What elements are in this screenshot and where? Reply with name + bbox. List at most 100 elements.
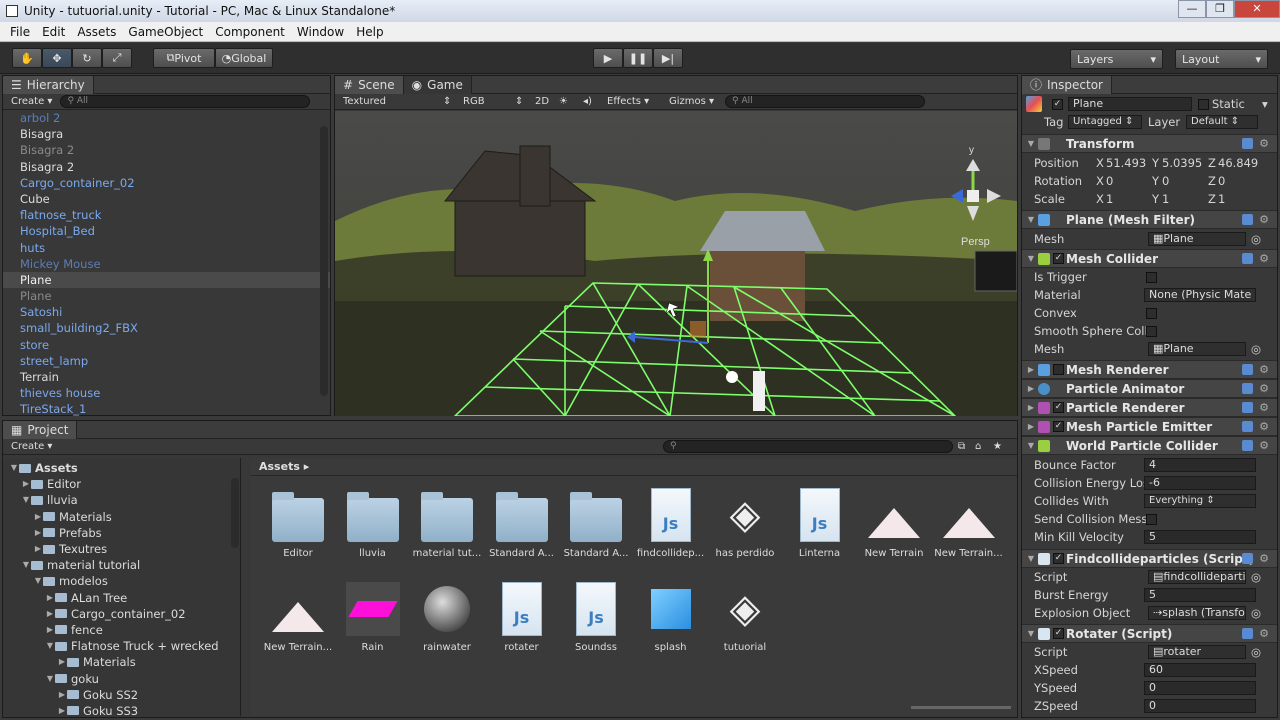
hierarchy-tab[interactable]: ☰ Hierarchy (3, 75, 94, 94)
pivot-toggle[interactable]: ⧉ Pivot (153, 48, 215, 68)
object-picker-icon[interactable]: ◎ (1251, 342, 1261, 356)
hierarchy-item[interactable]: arbol 2 (3, 110, 330, 126)
hierarchy-item[interactable]: thieves house (3, 385, 330, 401)
pause-button[interactable]: ❚❚ (623, 48, 653, 68)
zspeed-field[interactable]: 0 (1144, 699, 1256, 713)
hierarchy-item[interactable]: Terrain (3, 369, 330, 385)
asset-item[interactable]: Standard A... (561, 488, 631, 559)
gear-icon[interactable]: ⚙ (1259, 401, 1269, 414)
foldout-closed-icon[interactable]: ▶ (45, 622, 55, 638)
mesh-collider-component-header[interactable]: ▼ ✓ Mesh Collider ⚙ (1022, 249, 1277, 268)
menu-assets[interactable]: Assets (71, 25, 122, 39)
asset-item[interactable]: New Terrain... (934, 488, 1004, 559)
project-tree-item[interactable]: ▼ modelos (3, 573, 240, 589)
asset-item[interactable]: Js Linterna (785, 488, 855, 559)
tag-dropdown[interactable]: Untagged ⇕ (1068, 115, 1142, 129)
object-picker-icon[interactable]: ◎ (1251, 606, 1261, 620)
rotater-script-field[interactable]: ▤rotater (1148, 645, 1246, 659)
findcollide-component-header[interactable]: ▼ ✓ Findcollideparticles (Script) ⚙ (1022, 549, 1277, 568)
rotater-enabled-checkbox[interactable]: ✓ (1053, 628, 1064, 639)
mesh-renderer-enabled-checkbox[interactable] (1053, 364, 1064, 375)
help-book-icon[interactable] (1242, 253, 1253, 264)
project-tree-item[interactable]: ▼ Flatnose Truck + wrecked (3, 638, 240, 654)
gear-icon[interactable]: ⚙ (1259, 382, 1269, 395)
maximize-button[interactable]: ❐ (1206, 0, 1234, 18)
foldout-closed-icon[interactable]: ▶ (33, 541, 43, 557)
asset-item[interactable]: Js Soundss (561, 582, 631, 653)
collider-mesh-field[interactable]: ▦Plane (1148, 342, 1246, 356)
help-book-icon[interactable] (1242, 628, 1253, 639)
menu-help[interactable]: Help (350, 25, 389, 39)
effects-dropdown[interactable]: Effects ▾ (607, 96, 649, 107)
gear-icon[interactable]: ⚙ (1259, 137, 1269, 150)
object-name-field[interactable]: Plane (1068, 97, 1192, 111)
menu-window[interactable]: Window (291, 25, 350, 39)
hierarchy-create-button[interactable]: Create ▾ (11, 96, 52, 107)
help-book-icon[interactable] (1242, 402, 1253, 413)
yspeed-field[interactable]: 0 (1144, 681, 1256, 695)
send-collision-checkbox[interactable] (1146, 513, 1157, 525)
layers-dropdown[interactable]: Layers ▾ (1070, 49, 1163, 69)
mesh-collider-enabled-checkbox[interactable]: ✓ (1053, 253, 1064, 264)
rotation-x-field[interactable]: 0 (1106, 174, 1113, 188)
zoom-slider[interactable] (911, 706, 1011, 709)
asset-item[interactable]: rainwater (412, 582, 482, 653)
project-tree-item[interactable]: ▼ material tutorial (3, 557, 240, 573)
asset-item[interactable]: ◈ has perdido (710, 488, 780, 559)
project-tree-item[interactable]: ▼ lluvia (3, 492, 240, 508)
particle-renderer-component-header[interactable]: ▶ ✓ Particle Renderer ⚙ (1022, 398, 1277, 417)
project-search-input[interactable]: ⚲ (663, 440, 953, 453)
project-tree-item[interactable]: ▶ Prefabs (3, 525, 240, 541)
mesh-object-field[interactable]: ▦Plane (1148, 232, 1246, 246)
hierarchy-scrollbar[interactable] (320, 126, 328, 396)
scale-tool-icon[interactable]: ⤢ (102, 48, 132, 68)
gear-icon[interactable]: ⚙ (1259, 252, 1269, 265)
hierarchy-item[interactable]: street_lamp (3, 353, 330, 369)
move-tool-icon[interactable]: ✥ (42, 48, 72, 68)
help-book-icon[interactable] (1242, 364, 1253, 375)
position-z-field[interactable]: 46.849 (1218, 156, 1258, 170)
explosion-object-field[interactable]: ⇢splash (Transfo (1148, 606, 1246, 620)
scale-z-field[interactable]: 1 (1218, 192, 1225, 206)
mesh-filter-component-header[interactable]: ▼ Plane (Mesh Filter) ⚙ (1022, 210, 1277, 229)
gear-icon[interactable]: ⚙ (1259, 363, 1269, 376)
filter-type-icon[interactable]: ⧉ (958, 441, 965, 452)
gear-icon[interactable]: ⚙ (1259, 420, 1269, 433)
help-book-icon[interactable] (1242, 383, 1253, 394)
scale-x-field[interactable]: 1 (1106, 192, 1113, 206)
favorite-star-icon[interactable]: ★ (993, 441, 1002, 452)
hierarchy-item[interactable]: huts (3, 240, 330, 256)
xspeed-field[interactable]: 60 (1144, 663, 1256, 677)
gear-icon[interactable]: ⚙ (1259, 439, 1269, 452)
foldout-closed-icon[interactable]: ▶ (57, 687, 67, 703)
world-particle-collider-component-header[interactable]: ▼ World Particle Collider ⚙ (1022, 436, 1277, 455)
menu-component[interactable]: Component (209, 25, 291, 39)
close-button[interactable]: ✕ (1234, 0, 1280, 18)
scene-search-input[interactable]: ⚲ All (725, 95, 925, 108)
project-tree-item[interactable]: ▶ Cargo_container_02 (3, 606, 240, 622)
scale-y-field[interactable]: 1 (1162, 192, 1169, 206)
hand-tool-icon[interactable]: ✋ (12, 48, 42, 68)
project-tree-item[interactable]: ▶ ALan Tree (3, 590, 240, 606)
help-book-icon[interactable] (1242, 440, 1253, 451)
help-book-icon[interactable] (1242, 214, 1253, 225)
layer-dropdown[interactable]: Default ⇕ (1186, 115, 1258, 129)
help-book-icon[interactable] (1242, 421, 1253, 432)
findcollide-script-field[interactable]: ▤findcollideparticl (1148, 570, 1246, 584)
object-picker-icon[interactable]: ◎ (1251, 645, 1261, 659)
help-book-icon[interactable] (1242, 553, 1253, 564)
bounce-factor-field[interactable]: 4 (1144, 458, 1256, 472)
findcollide-enabled-checkbox[interactable]: ✓ (1053, 553, 1064, 564)
asset-item[interactable]: New Terrain... (263, 582, 333, 653)
hierarchy-item[interactable]: Cargo_container_02 (3, 175, 330, 191)
hierarchy-item[interactable]: Satoshi (3, 304, 330, 320)
scene-tab[interactable]: # Scene (335, 75, 404, 94)
hierarchy-item[interactable]: Bisagra 2 (3, 142, 330, 158)
audio-icon[interactable]: ◂) (583, 96, 592, 107)
assets-breadcrumb[interactable]: Assets ▸ (251, 458, 1017, 476)
foldout-open-icon[interactable]: ▼ (45, 638, 55, 654)
hierarchy-search-input[interactable]: ⚲ All (60, 95, 311, 108)
foldout-open-icon[interactable]: ▼ (21, 557, 31, 573)
asset-item[interactable]: material tut... (412, 488, 482, 559)
hierarchy-item[interactable]: flatnose_truck (3, 207, 330, 223)
